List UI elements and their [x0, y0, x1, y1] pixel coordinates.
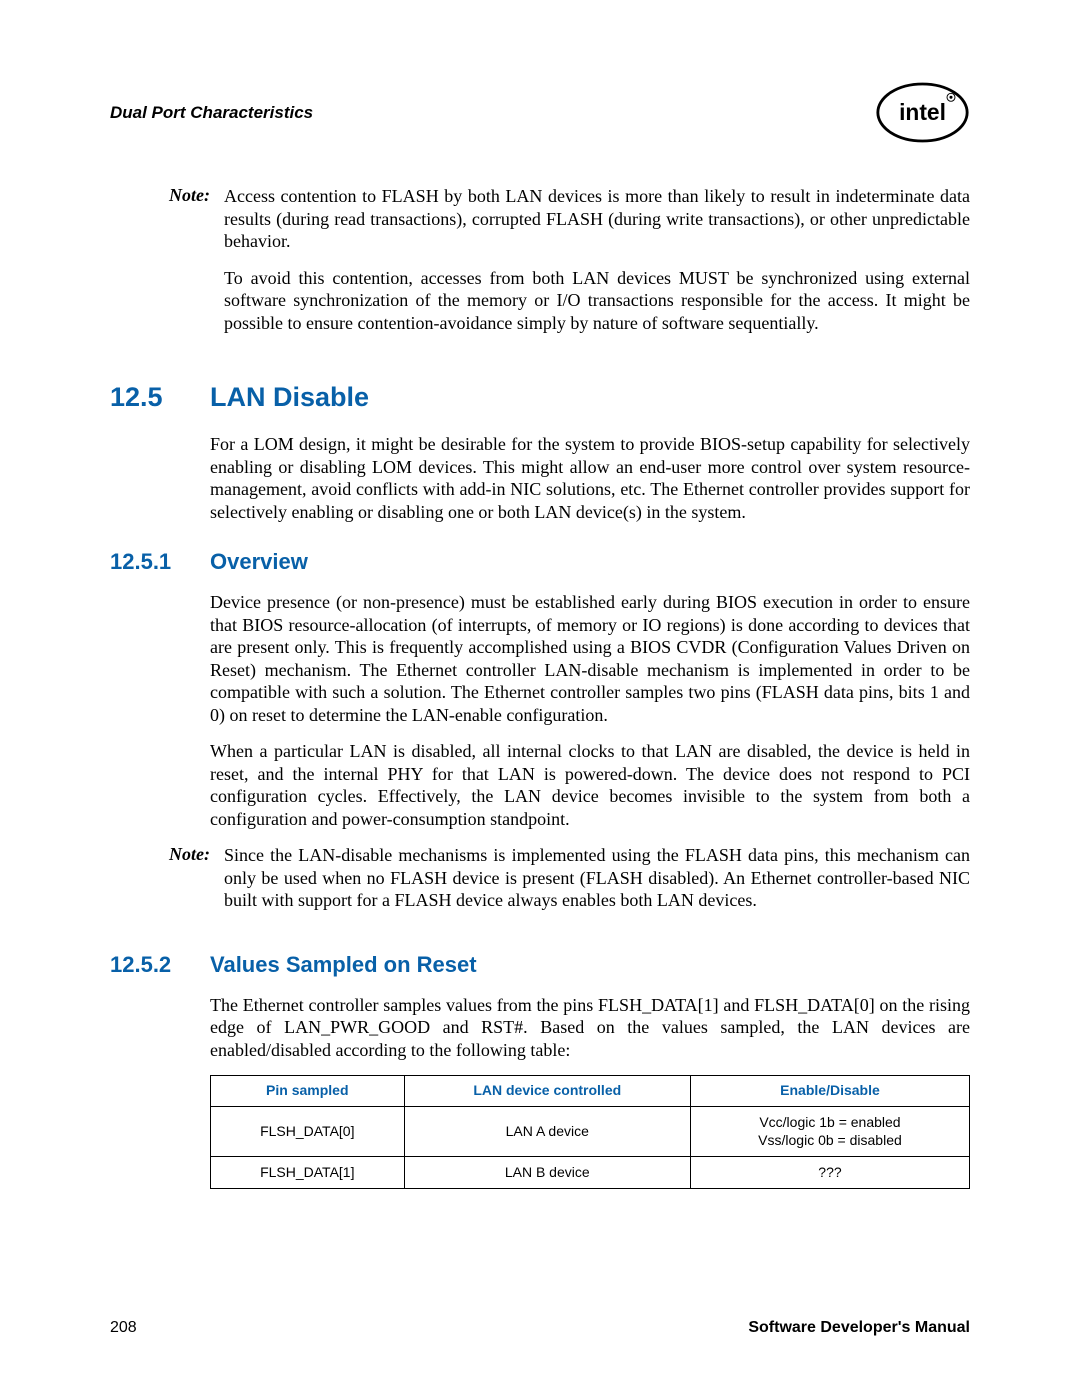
table-cell: LAN B device	[404, 1157, 690, 1189]
page-number: 208	[110, 1319, 137, 1337]
note1-para1: Access contention to FLASH by both LAN d…	[224, 185, 970, 253]
heading-number: 12.5.2	[110, 952, 210, 978]
heading-12-5: 12.5 LAN Disable	[110, 382, 970, 413]
note-label: Note:	[110, 844, 224, 926]
sec-12-5-1-para2: When a particular LAN is disabled, all i…	[210, 740, 970, 830]
table-header: Pin sampled	[211, 1076, 405, 1107]
reset-values-table: Pin sampled LAN device controlled Enable…	[210, 1075, 970, 1189]
page-footer: 208 Software Developer's Manual	[110, 1319, 970, 1337]
page-header: Dual Port Characteristics intel	[110, 80, 970, 145]
table-cell: FLSH_DATA[0]	[211, 1106, 405, 1157]
table-header: LAN device controlled	[404, 1076, 690, 1107]
table-row: FLSH_DATA[1] LAN B device ???	[211, 1157, 970, 1189]
heading-12-5-2: 12.5.2 Values Sampled on Reset	[110, 952, 970, 978]
table-cell: Vcc/logic 1b = enabledVss/logic 0b = dis…	[690, 1106, 969, 1157]
table-row: FLSH_DATA[0] LAN A device Vcc/logic 1b =…	[211, 1106, 970, 1157]
sec-12-5-para: For a LOM design, it might be desirable …	[210, 433, 970, 523]
table-header: Enable/Disable	[690, 1076, 969, 1107]
header-title: Dual Port Characteristics	[110, 103, 313, 123]
sec-12-5-2-para: The Ethernet controller samples values f…	[210, 994, 970, 1062]
heading-title: Overview	[210, 549, 308, 575]
heading-number: 12.5.1	[110, 549, 210, 575]
heading-title: LAN Disable	[210, 382, 369, 413]
sec-12-5-1-para1: Device presence (or non-presence) must b…	[210, 591, 970, 726]
table-cell: FLSH_DATA[1]	[211, 1157, 405, 1189]
heading-12-5-1: 12.5.1 Overview	[110, 549, 970, 575]
heading-title: Values Sampled on Reset	[210, 952, 477, 978]
svg-text:intel: intel	[899, 99, 946, 125]
intel-logo: intel	[875, 80, 970, 145]
note-block-1: Note: Access contention to FLASH by both…	[110, 185, 970, 348]
note-label: Note:	[110, 185, 224, 348]
footer-title: Software Developer's Manual	[748, 1319, 970, 1337]
table-cell: LAN A device	[404, 1106, 690, 1157]
note-block-2: Note: Since the LAN-disable mechanisms i…	[110, 844, 970, 926]
heading-number: 12.5	[110, 382, 210, 413]
table-cell: ???	[690, 1157, 969, 1189]
note2-para1: Since the LAN-disable mechanisms is impl…	[224, 844, 970, 912]
note1-para2: To avoid this contention, accesses from …	[224, 267, 970, 335]
